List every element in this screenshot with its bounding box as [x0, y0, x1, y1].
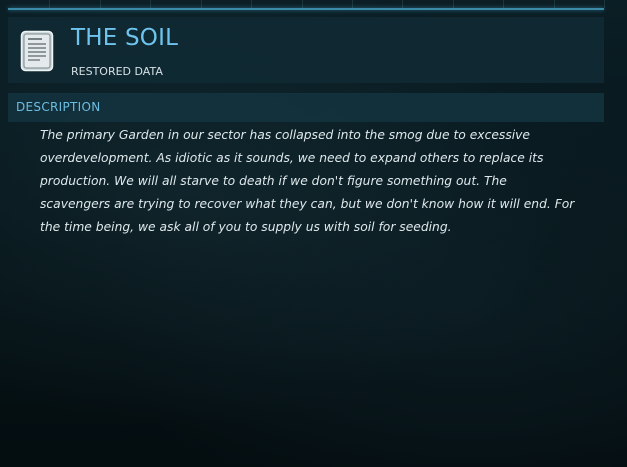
entry-subtitle: RESTORED DATA — [71, 65, 163, 78]
description-text: The primary Garden in our sector has col… — [40, 128, 575, 234]
data-note-icon — [20, 30, 54, 72]
top-tab-strip — [0, 0, 606, 8]
section-label: DESCRIPTION — [16, 100, 101, 114]
top-divider — [8, 8, 604, 10]
entry-header: THE SOIL RESTORED DATA — [8, 17, 604, 83]
entry-title: THE SOIL — [71, 25, 179, 51]
description-section-header: DESCRIPTION — [8, 93, 604, 122]
